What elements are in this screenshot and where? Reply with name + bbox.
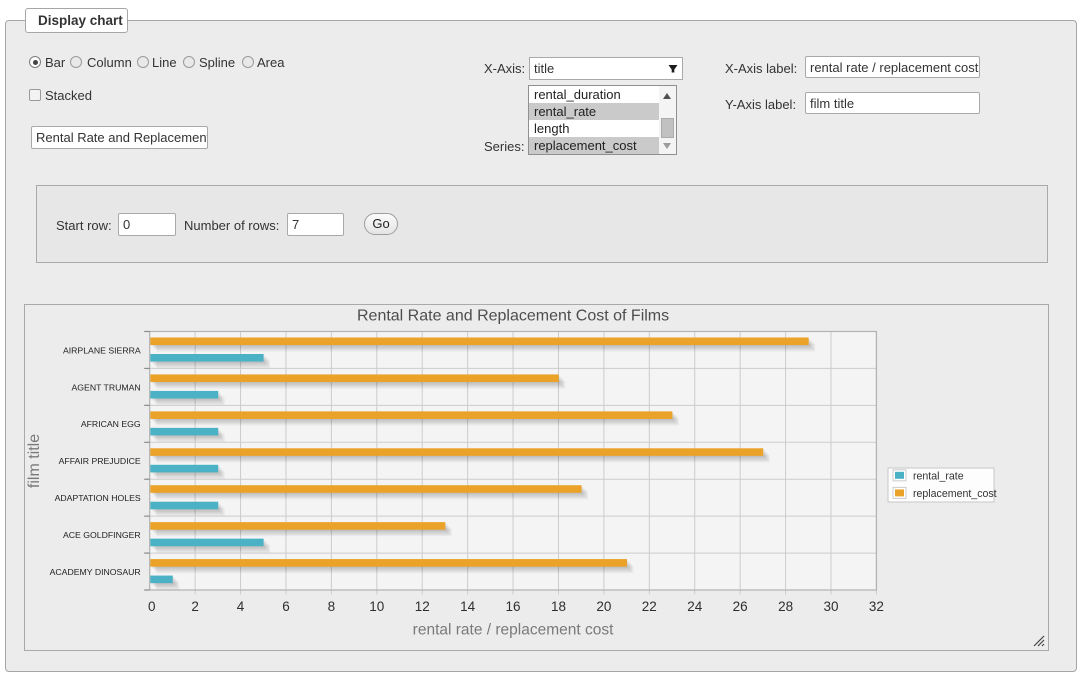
svg-text:8: 8 bbox=[328, 599, 336, 614]
svg-text:32: 32 bbox=[869, 599, 884, 614]
svg-text:28: 28 bbox=[778, 599, 793, 614]
svg-text:24: 24 bbox=[687, 599, 703, 614]
svg-text:film title: film title bbox=[26, 434, 43, 488]
svg-text:AFFAIR PREJUDICE: AFFAIR PREJUDICE bbox=[59, 456, 141, 466]
svg-text:4: 4 bbox=[237, 599, 245, 614]
svg-text:AGENT TRUMAN: AGENT TRUMAN bbox=[72, 382, 141, 392]
svg-text:rental rate / replacement cost: rental rate / replacement cost bbox=[413, 622, 614, 639]
svg-text:AIRPLANE SIERRA: AIRPLANE SIERRA bbox=[63, 345, 141, 355]
svg-text:Rental Rate and Replacement Co: Rental Rate and Replacement Cost of Film… bbox=[357, 308, 669, 325]
svg-text:18: 18 bbox=[551, 599, 566, 614]
svg-text:16: 16 bbox=[506, 599, 521, 614]
svg-text:10: 10 bbox=[369, 599, 384, 614]
svg-text:ADAPTATION HOLES: ADAPTATION HOLES bbox=[55, 493, 141, 503]
svg-text:30: 30 bbox=[823, 599, 838, 614]
svg-text:20: 20 bbox=[596, 599, 611, 614]
svg-text:replacement_cost: replacement_cost bbox=[913, 488, 997, 500]
svg-text:6: 6 bbox=[282, 599, 290, 614]
svg-text:ACE GOLDFINGER: ACE GOLDFINGER bbox=[63, 530, 141, 540]
svg-text:0: 0 bbox=[148, 599, 156, 614]
svg-text:AFRICAN EGG: AFRICAN EGG bbox=[81, 419, 141, 429]
svg-text:22: 22 bbox=[642, 599, 657, 614]
svg-text:2: 2 bbox=[191, 599, 199, 614]
svg-text:14: 14 bbox=[460, 599, 476, 614]
svg-text:ACADEMY DINOSAUR: ACADEMY DINOSAUR bbox=[50, 567, 141, 577]
svg-text:12: 12 bbox=[415, 599, 430, 614]
svg-text:rental_rate: rental_rate bbox=[913, 470, 964, 482]
svg-text:26: 26 bbox=[733, 599, 748, 614]
